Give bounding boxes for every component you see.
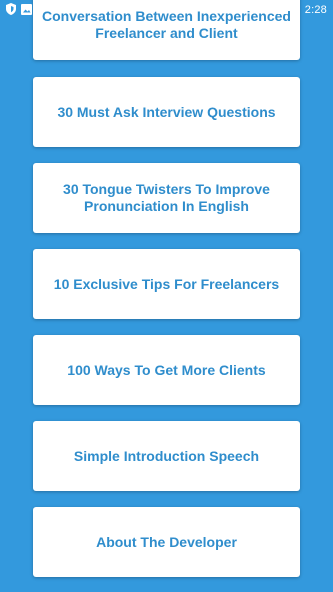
battery-icon (292, 1, 300, 19)
status-time: 2:28 (304, 4, 327, 16)
list-item-title: 100 Ways To Get More Clients (67, 361, 266, 378)
list-item[interactable]: 30 Tongue Twisters To Improve Pronunciat… (33, 163, 300, 233)
shield-icon (6, 2, 16, 20)
list-item[interactable]: 30 Must Ask Interview Questions (33, 77, 300, 147)
list-item-title: 30 Must Ask Interview Questions (57, 103, 276, 120)
list-item-title: Simple Introduction Speech (73, 447, 260, 464)
list-item[interactable]: 10 Exclusive Tips For Freelancers (33, 249, 300, 319)
status-bar: 2:28 (0, 0, 333, 18)
list-item[interactable]: About The Developer (33, 507, 300, 577)
list-item[interactable]: Simple Introduction Speech (33, 421, 300, 491)
wifi-icon (258, 1, 272, 19)
list-item-title: About The Developer (96, 533, 237, 550)
status-bar-left (6, 2, 32, 20)
image-icon (21, 2, 32, 20)
list-item[interactable]: 100 Ways To Get More Clients (33, 335, 300, 405)
list-item-title: 10 Exclusive Tips For Freelancers (53, 275, 280, 292)
status-bar-right: 2:28 (258, 1, 327, 19)
list-item-title: 30 Tongue Twisters To Improve Pronunciat… (63, 181, 270, 214)
signal-icon (276, 1, 288, 19)
